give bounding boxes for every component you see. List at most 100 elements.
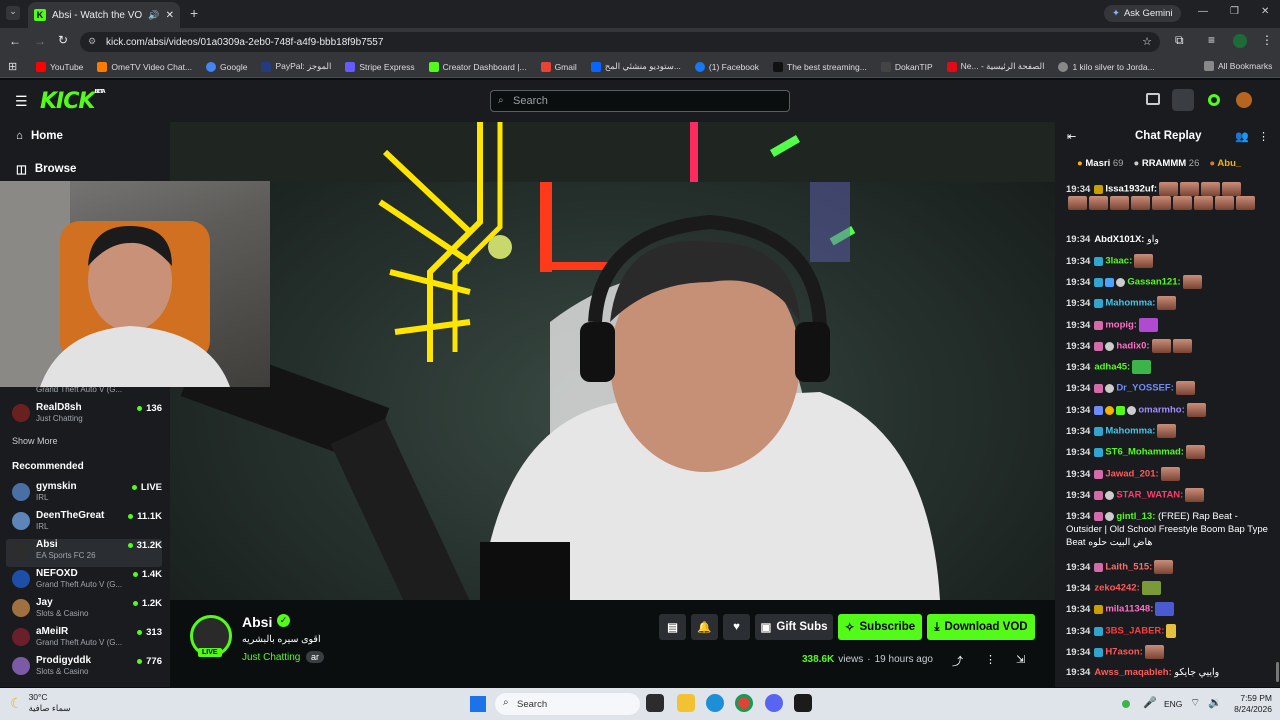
forward-icon[interactable]: → xyxy=(34,34,46,48)
gift-subs-button[interactable]: ▣ Gift Subs xyxy=(755,614,833,640)
ask-gemini-button[interactable]: ✦ Ask Gemini xyxy=(1104,5,1181,22)
all-bookmarks-button[interactable]: All Bookmarks xyxy=(1204,61,1272,71)
bookmark-star-icon[interactable]: ☆ xyxy=(1142,35,1152,48)
channel-avatar xyxy=(12,628,30,646)
webcam-image xyxy=(0,181,230,387)
bookmark-item[interactable]: Creator Dashboard |... xyxy=(428,61,527,72)
show-more-link[interactable]: Show More xyxy=(12,436,58,446)
app-icon[interactable] xyxy=(794,694,812,712)
chat-message: 19:34 Dr_YOSSEF: xyxy=(1066,381,1271,395)
new-tab-icon[interactable]: + xyxy=(190,5,198,21)
user-avatar[interactable] xyxy=(1236,92,1252,108)
file-explorer-icon[interactable] xyxy=(677,694,695,712)
windows-taskbar: ☾ 30°C سماء صافية ⌕ Search 🎤 ENG ⌔ 🔉 7:59… xyxy=(0,688,1280,720)
browse-icon: ◫ xyxy=(16,164,27,176)
apps-grid-icon[interactable]: ⊞ xyxy=(8,60,17,73)
recommended-channel[interactable]: aMeiIR Grand Theft Auto V (G... 313 xyxy=(12,626,162,654)
chat-message: 19:34 Gassan121: xyxy=(1066,275,1271,289)
mic-icon[interactable]: 🎤 xyxy=(1143,696,1157,709)
kick-coins-icon[interactable] xyxy=(1208,94,1220,106)
menu-hamburger-icon[interactable]: ☰ xyxy=(15,93,28,110)
weather-widget[interactable]: ☾ 30°C سماء صافية xyxy=(10,692,71,714)
language-indicator[interactable]: ENG xyxy=(1164,699,1182,709)
bookmark-item[interactable]: 1 kilo silver to Jorda... xyxy=(1058,61,1155,72)
browser-tab-active[interactable]: K Absi - Watch the VOD on K 🔊 ✕ xyxy=(28,2,180,28)
home-icon: ⌂ xyxy=(16,130,23,142)
url-field[interactable]: ⚙ kick.com/absi/videos/01a0309a-2eb0-748… xyxy=(80,32,1160,52)
media-control-icon[interactable]: ≡ xyxy=(1208,33,1215,47)
wifi-icon[interactable]: ⌔ xyxy=(1190,696,1200,710)
clip-button[interactable]: ▤ xyxy=(659,614,686,640)
search-icon: ⌕ xyxy=(503,697,509,708)
recommended-channel[interactable]: DeenTheGreat IRL 11.1K xyxy=(12,510,162,538)
taskbar-search[interactable]: ⌕ Search xyxy=(495,693,640,715)
chrome-icon[interactable] xyxy=(735,694,753,712)
recommended-channel[interactable]: NEFOXD Grand Theft Auto V (G... 1.4K xyxy=(12,568,162,596)
chat-message: 19:34 STAR_WATAN: xyxy=(1066,488,1271,502)
recommended-channel[interactable]: Prodigyddk Slots & Casino 776 xyxy=(12,655,162,683)
share-icon[interactable]: ⤴ xyxy=(952,653,963,669)
bookmark-item[interactable]: The best streaming... xyxy=(773,61,867,72)
windows-start-icon[interactable] xyxy=(470,696,486,712)
collapse-chat-icon[interactable]: ⇤ xyxy=(1067,130,1076,143)
tab-close-icon[interactable]: ✕ xyxy=(166,10,174,21)
tab-list-chevron-icon[interactable]: ⌄ xyxy=(6,6,20,20)
nav-home[interactable]: ⌂ Home xyxy=(16,130,63,142)
restore-icon[interactable]: ❐ xyxy=(1230,6,1239,17)
back-icon[interactable]: ← xyxy=(9,34,21,48)
chat-message: 19:34 Jawad_201: xyxy=(1066,467,1271,481)
layout-icon-active[interactable] xyxy=(1172,89,1194,111)
chat-scrollbar[interactable] xyxy=(1276,662,1279,682)
edge-icon[interactable] xyxy=(706,694,724,712)
browser-menu-icon[interactable]: ⋮ xyxy=(1261,33,1273,47)
viewer-count: 1.4K xyxy=(133,569,162,580)
chat-message: 19:34 Mahomma: xyxy=(1066,424,1271,438)
recommended-channel[interactable]: Jay Slots & Casino 1.2K xyxy=(12,597,162,625)
notification-bell-button[interactable]: 🔔 xyxy=(691,614,718,640)
profile-avatar[interactable] xyxy=(1233,34,1247,48)
following-channel[interactable]: RealD8sh Just Chatting 136 xyxy=(12,402,162,430)
gemini-icon: ✦ xyxy=(1112,8,1120,19)
channel-name[interactable]: Absi xyxy=(242,614,272,630)
search-input[interactable]: ⌕ Search xyxy=(490,90,790,112)
video-player[interactable] xyxy=(170,122,1055,600)
recommended-channel[interactable]: gymskin IRL LIVE xyxy=(12,481,162,509)
reload-icon[interactable]: ↻ xyxy=(58,33,68,47)
clock[interactable]: 7:59 PM 8/24/2026 xyxy=(1224,693,1272,715)
vpn-status-icon[interactable] xyxy=(1122,700,1130,708)
subscribe-button[interactable]: ✧ Subscribe xyxy=(838,614,922,640)
theater-mode-icon[interactable] xyxy=(1146,93,1160,105)
bookmark-item[interactable]: DokanTIP xyxy=(880,61,933,72)
bookmark-item[interactable]: YouTube xyxy=(36,61,83,72)
site-info-icon[interactable]: ⚙ xyxy=(88,36,96,47)
discord-icon[interactable] xyxy=(765,694,783,712)
views-count: 338.6K views · 19 hours ago xyxy=(802,654,933,665)
category-link[interactable]: Just Chatting xyxy=(242,652,300,663)
nav-browse[interactable]: ◫ Browse xyxy=(16,162,76,176)
language-tag: ar xyxy=(306,651,325,663)
bookmark-item[interactable]: (1) Facebook xyxy=(694,61,759,72)
volume-icon[interactable]: 🔉 xyxy=(1208,696,1222,709)
bookmark-item[interactable]: Stripe Express xyxy=(345,61,415,72)
chat-users-icon[interactable]: 👥 xyxy=(1235,130,1249,143)
kick-logo[interactable]: KICKBETA xyxy=(40,89,106,114)
bookmark-item[interactable]: Gmail xyxy=(540,61,577,72)
chat-settings-icon[interactable]: ⋮ xyxy=(1258,130,1269,143)
live-badge: LIVE xyxy=(198,648,222,657)
bookmark-item[interactable]: ستوديو منشئي المح... xyxy=(590,61,681,72)
follow-heart-button[interactable]: ♥ xyxy=(723,614,750,640)
bookmark-item[interactable]: Google xyxy=(206,61,247,72)
task-view-icon[interactable] xyxy=(646,694,664,712)
tab-audio-icon[interactable]: 🔊 xyxy=(148,10,159,21)
recommended-channel-active[interactable]: Absi EA Sports FC 26 31.2K xyxy=(6,539,162,567)
close-window-icon[interactable]: ✕ xyxy=(1261,6,1269,17)
channel-avatar xyxy=(12,657,30,675)
extensions-icon[interactable]: ⧉ xyxy=(1175,33,1184,48)
bookmark-item[interactable]: PayPal: الموجز xyxy=(261,61,331,72)
minimize-icon[interactable]: — xyxy=(1198,6,1208,17)
bookmark-item[interactable]: OmeTV Video Chat... xyxy=(97,61,192,72)
bookmark-item[interactable]: Ne... - الصفحة الرئيسية xyxy=(946,61,1044,72)
hide-chat-icon[interactable]: ⇲ xyxy=(1016,653,1025,666)
download-vod-button[interactable]: ⤓ Download VOD xyxy=(927,614,1035,640)
more-options-icon[interactable]: ⋮ xyxy=(985,653,996,666)
